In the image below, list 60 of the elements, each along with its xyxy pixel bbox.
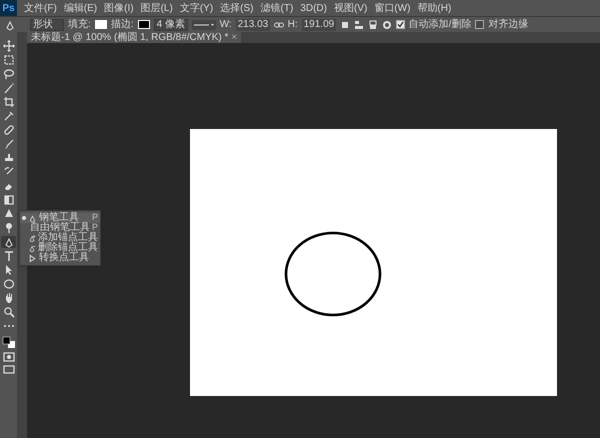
width-field[interactable]: 213.03 — [236, 18, 270, 30]
arrange-icon[interactable] — [368, 20, 378, 30]
color-swatches-icon[interactable] — [2, 334, 16, 350]
app-logo: Ps — [0, 0, 17, 16]
pen-icon[interactable] — [4, 18, 16, 30]
flyout-menu-item[interactable]: 自由钢笔工具 P — [20, 223, 100, 233]
height-field[interactable]: 191.09 — [302, 18, 336, 30]
checkbox-label: 对齐边缘 — [488, 18, 528, 32]
bandage-icon[interactable] — [2, 124, 14, 136]
marquee-icon[interactable] — [2, 54, 14, 66]
menu-item[interactable]: 3D(D) — [300, 0, 327, 16]
document-tab-title[interactable]: 未标题-1 @ 100% (椭圆 1, RGB/8#/CMYK) * — [31, 32, 228, 43]
stamp-icon[interactable] — [2, 152, 14, 164]
convert-point-icon — [28, 254, 37, 262]
line-style-dropdown[interactable] — [192, 18, 216, 30]
pen-icon — [28, 214, 37, 222]
type-icon[interactable] — [2, 250, 14, 262]
square-icon[interactable] — [340, 20, 350, 30]
menu-item[interactable]: 视图(V) — [334, 0, 368, 16]
brush-icon[interactable] — [2, 138, 14, 150]
screen-mode-icon[interactable] — [2, 364, 14, 374]
menu-item[interactable]: 文件(F) — [24, 0, 57, 16]
fill-swatch[interactable] — [94, 20, 107, 29]
menu-item[interactable]: 图层(L) — [140, 0, 173, 16]
lasso-icon[interactable] — [2, 68, 14, 80]
menu-item[interactable]: 文字(Y) — [180, 0, 214, 16]
menu-item[interactable]: 窗口(W) — [374, 0, 410, 16]
fill-label: 填充: — [68, 18, 91, 32]
quick-mask-icon[interactable] — [2, 352, 14, 362]
align-icon[interactable] — [354, 20, 364, 30]
menu-item[interactable]: 帮助(H) — [417, 0, 452, 16]
gear-icon[interactable] — [382, 20, 392, 30]
height-label: H: — [288, 18, 298, 32]
gradient-icon[interactable] — [2, 194, 14, 206]
move-icon[interactable] — [2, 40, 14, 52]
checkbox-label: 自动添加/删除 — [408, 18, 472, 32]
flyout-menu-item[interactable]: 删除锚点工具 — [20, 243, 100, 253]
link-icon[interactable] — [274, 20, 284, 28]
menu-item[interactable]: 滤镜(T) — [260, 0, 294, 16]
flyout-menu-item[interactable]: 添加锚点工具 — [20, 233, 100, 243]
crop-icon[interactable] — [2, 96, 14, 108]
menu-item[interactable]: 图像(I) — [104, 0, 134, 16]
align-edges-checkbox[interactable] — [475, 20, 484, 29]
flyout-menu-item[interactable]: 钢笔工具 P — [20, 213, 100, 223]
flyout-menu-item[interactable]: 转换点工具 — [20, 253, 100, 263]
tab-close-button[interactable]: × — [231, 32, 238, 43]
menu-item[interactable]: 选择(S) — [220, 0, 254, 16]
stroke-swatch[interactable] — [138, 20, 150, 29]
width-label: W: — [220, 18, 232, 32]
add-anchor-icon — [28, 234, 36, 242]
menu-item[interactable]: 编辑(E) — [64, 0, 98, 16]
pen-icon[interactable] — [2, 236, 14, 248]
eyedropper-icon[interactable] — [2, 110, 14, 122]
ellipse-icon[interactable] — [2, 278, 14, 290]
mode-dropdown[interactable]: 形状 — [30, 18, 64, 30]
delete-anchor-icon — [28, 244, 36, 252]
auto-add-delete-checkbox[interactable] — [396, 20, 405, 29]
stroke-label: 描边: — [110, 18, 134, 32]
stroke-width-field[interactable]: 4 像素 — [154, 18, 188, 30]
zoom-icon[interactable] — [2, 306, 14, 318]
